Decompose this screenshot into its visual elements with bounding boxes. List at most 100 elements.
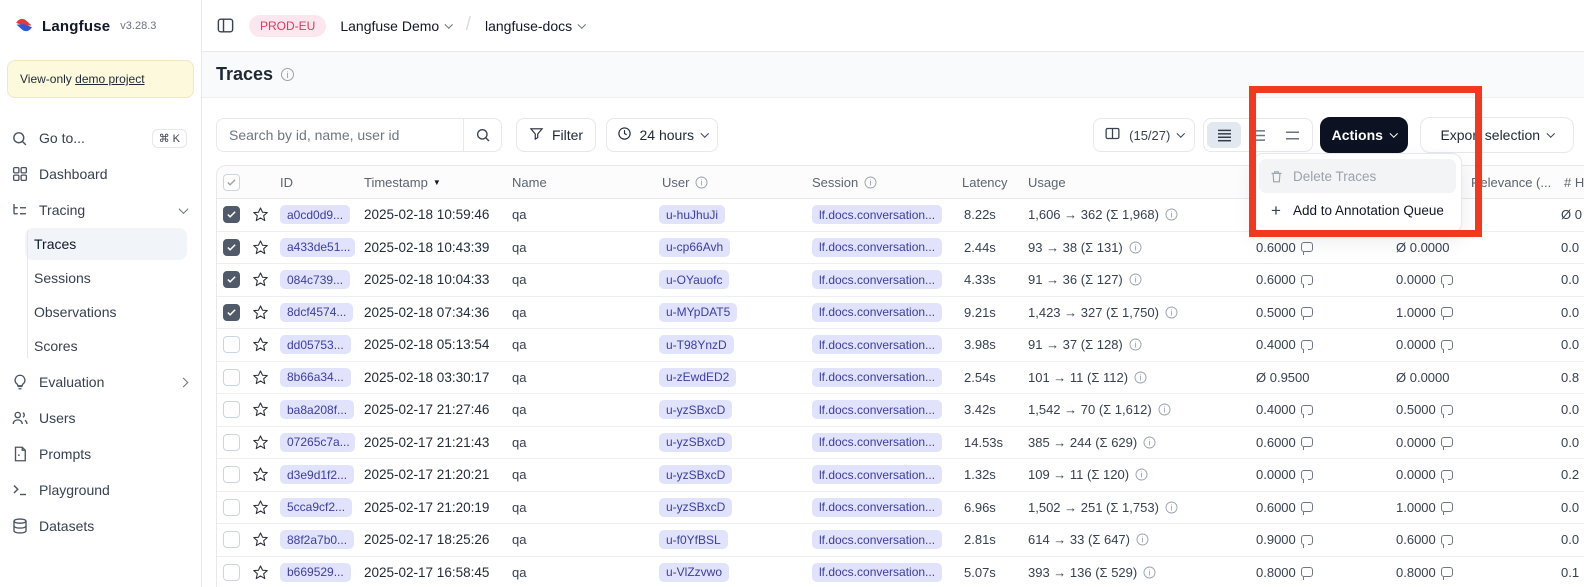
demo-project-link[interactable]: demo project <box>75 72 144 86</box>
trace-id-badge[interactable]: dd05753... <box>280 335 351 354</box>
session-id-badge[interactable]: lf.docs.conversation... <box>812 270 942 289</box>
bookmark-star-icon[interactable] <box>252 304 269 321</box>
row-height-medium-button[interactable] <box>1241 122 1275 148</box>
column-header-session[interactable]: Session <box>812 175 858 190</box>
sidebar-item-playground[interactable]: Playground <box>0 472 201 508</box>
comment-bubble-icon[interactable] <box>1441 275 1453 285</box>
session-id-badge[interactable]: lf.docs.conversation... <box>812 530 942 549</box>
trace-id-badge[interactable]: a0cd0d9... <box>280 205 350 224</box>
session-id-badge[interactable]: lf.docs.conversation... <box>812 335 942 354</box>
row-checkbox[interactable] <box>223 401 240 418</box>
search-icon[interactable] <box>463 119 501 151</box>
bookmark-star-icon[interactable] <box>252 271 269 288</box>
bookmark-star-icon[interactable] <box>252 336 269 353</box>
bookmark-star-icon[interactable] <box>252 239 269 256</box>
user-id-badge[interactable]: u-yzSBxcD <box>659 433 732 452</box>
table-row[interactable]: 88f2a7b0...2025-02-17 18:25:26qau-f0YfBS… <box>217 524 1584 557</box>
session-id-badge[interactable]: lf.docs.conversation... <box>812 563 942 582</box>
columns-button[interactable]: (15/27) <box>1093 118 1195 152</box>
row-checkbox[interactable] <box>223 336 240 353</box>
comment-bubble-icon[interactable] <box>1301 502 1313 512</box>
comment-bubble-icon[interactable] <box>1301 405 1313 415</box>
user-id-badge[interactable]: u-VlZzvwo <box>659 563 729 582</box>
row-checkbox[interactable] <box>223 466 240 483</box>
row-checkbox[interactable] <box>223 369 240 386</box>
table-row[interactable]: 8b66a34...2025-02-18 03:30:17qau-zEwdED2… <box>217 362 1584 395</box>
session-id-badge[interactable]: lf.docs.conversation... <box>812 433 942 452</box>
table-row[interactable]: d3e9d1f2...2025-02-17 21:20:21qau-yzSBxc… <box>217 459 1584 492</box>
comment-bubble-icon[interactable] <box>1441 567 1453 577</box>
user-id-badge[interactable]: u-f0YfBSL <box>659 530 728 549</box>
select-all-checkbox[interactable] <box>223 174 240 191</box>
trace-id-badge[interactable]: ba8a208f... <box>280 400 354 419</box>
user-id-badge[interactable]: u-OYauofc <box>659 270 729 289</box>
column-header-id[interactable]: ID <box>280 175 293 190</box>
user-id-badge[interactable]: u-yzSBxcD <box>659 465 732 484</box>
comment-bubble-icon[interactable] <box>1301 437 1313 447</box>
comment-bubble-icon[interactable] <box>1301 242 1313 252</box>
sidebar-item-traces[interactable]: Traces <box>25 228 187 260</box>
row-checkbox[interactable] <box>223 239 240 256</box>
comment-bubble-icon[interactable] <box>1441 340 1453 350</box>
bookmark-star-icon[interactable] <box>252 401 269 418</box>
comment-bubble-icon[interactable] <box>1441 307 1453 317</box>
sidebar-item-tracing[interactable]: Tracing <box>0 192 201 228</box>
row-checkbox[interactable] <box>223 206 240 223</box>
sidebar-item-scores[interactable]: Scores <box>25 330 187 362</box>
comment-bubble-icon[interactable] <box>1441 437 1453 447</box>
table-row[interactable]: b669529...2025-02-17 16:58:45qau-VlZzvwo… <box>217 557 1584 587</box>
search-box[interactable] <box>216 118 502 152</box>
user-id-badge[interactable]: u-yzSBxcD <box>659 498 732 517</box>
bookmark-star-icon[interactable] <box>252 564 269 581</box>
table-row[interactable]: 5cca9cf2...2025-02-17 21:20:19qau-yzSBxc… <box>217 492 1584 525</box>
table-row[interactable]: 07265c7a...2025-02-17 21:21:43qau-yzSBxc… <box>217 427 1584 460</box>
bookmark-star-icon[interactable] <box>252 499 269 516</box>
user-id-badge[interactable]: u-huJhuJi <box>659 205 725 224</box>
user-id-badge[interactable]: u-zEwdED2 <box>659 368 736 387</box>
comment-bubble-icon[interactable] <box>1301 275 1313 285</box>
comment-bubble-icon[interactable] <box>1301 470 1313 480</box>
comment-bubble-icon[interactable] <box>1441 535 1453 545</box>
column-header-relevance[interactable]: Relevance (... <box>1471 175 1551 190</box>
table-row[interactable]: 8dcf4574...2025-02-18 07:34:36qau-MYpDAT… <box>217 297 1584 330</box>
user-id-badge[interactable]: u-cp66Avh <box>659 238 730 257</box>
row-checkbox[interactable] <box>223 531 240 548</box>
user-id-badge[interactable]: u-yzSBxcD <box>659 400 732 419</box>
user-id-badge[interactable]: u-MYpDAT5 <box>659 303 737 322</box>
trace-id-badge[interactable]: 07265c7a... <box>280 433 355 452</box>
sidebar-item-evaluation[interactable]: Evaluation <box>0 364 201 400</box>
comment-bubble-icon[interactable] <box>1441 502 1453 512</box>
comment-bubble-icon[interactable] <box>1301 535 1313 545</box>
trace-id-badge[interactable]: 8b66a34... <box>280 368 351 387</box>
bookmark-star-icon[interactable] <box>252 369 269 386</box>
goto-search[interactable]: Go to... ⌘ K <box>0 120 201 156</box>
trace-id-badge[interactable]: b669529... <box>280 563 351 582</box>
comment-bubble-icon[interactable] <box>1301 567 1313 577</box>
column-header-name[interactable]: Name <box>512 175 547 190</box>
row-checkbox[interactable] <box>223 434 240 451</box>
sidebar-item-sessions[interactable]: Sessions <box>25 262 187 294</box>
session-id-badge[interactable]: lf.docs.conversation... <box>812 303 942 322</box>
session-id-badge[interactable]: lf.docs.conversation... <box>812 400 942 419</box>
trace-id-badge[interactable]: d3e9d1f2... <box>280 465 354 484</box>
bookmark-star-icon[interactable] <box>252 466 269 483</box>
row-checkbox[interactable] <box>223 499 240 516</box>
export-selection-button[interactable]: Export selection <box>1420 117 1574 153</box>
table-row[interactable]: ba8a208f...2025-02-17 21:27:46qau-yzSBxc… <box>217 394 1584 427</box>
column-header-count[interactable]: # H <box>1564 175 1584 190</box>
time-range-button[interactable]: 24 hours <box>606 118 718 152</box>
sidebar-item-observations[interactable]: Observations <box>25 296 187 328</box>
actions-button[interactable]: Actions <box>1320 117 1408 153</box>
bookmark-star-icon[interactable] <box>252 434 269 451</box>
column-header-latency[interactable]: Latency <box>962 175 1008 190</box>
sidebar-item-dashboard[interactable]: Dashboard <box>0 156 201 192</box>
session-id-badge[interactable]: lf.docs.conversation... <box>812 498 942 517</box>
session-id-badge[interactable]: lf.docs.conversation... <box>812 465 942 484</box>
trace-id-badge[interactable]: 88f2a7b0... <box>280 530 354 549</box>
comment-bubble-icon[interactable] <box>1441 470 1453 480</box>
sidebar-item-prompts[interactable]: Prompts <box>0 436 201 472</box>
column-header-user[interactable]: User <box>662 175 689 190</box>
trace-id-badge[interactable]: 8dcf4574... <box>280 303 353 322</box>
trace-id-badge[interactable]: a433de51... <box>280 238 355 257</box>
trace-id-badge[interactable]: 5cca9cf2... <box>280 498 352 517</box>
